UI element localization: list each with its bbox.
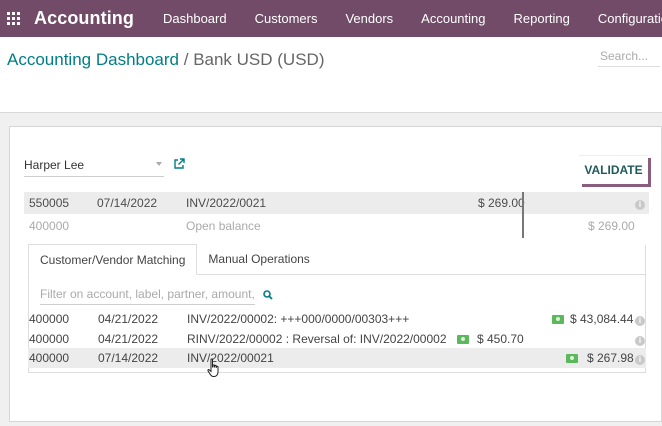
proposal-row[interactable]: 400000 04/21/2022 INV/2022/00002: +++000… xyxy=(28,309,646,329)
chevron-down-icon[interactable] xyxy=(156,162,162,166)
credit-cell: $ 267.98 xyxy=(587,351,634,365)
label-cell: INV/2022/00002: +++000/0000/00303+++ xyxy=(187,312,410,326)
date-cell: 04/21/2022 xyxy=(98,332,159,346)
statement-line-row[interactable]: 550005 07/14/2022 INV/2022/0021 $ 269.00… xyxy=(24,192,649,214)
account-cell: 400000 xyxy=(29,312,70,326)
amount-cell: $ 269.00 xyxy=(588,219,635,233)
search-icon[interactable] xyxy=(263,290,273,300)
breadcrumb-current: Bank USD (USD) xyxy=(193,50,325,69)
menu-vendors[interactable]: Vendors xyxy=(331,0,407,37)
account-cell: 400000 xyxy=(29,219,70,233)
hand-pointer-icon xyxy=(207,358,219,377)
column-divider xyxy=(522,192,524,238)
label-cell: INV/2022/0021 xyxy=(186,196,267,210)
date-cell: 07/14/2022 xyxy=(97,196,158,210)
money-icon xyxy=(566,348,578,368)
menu-accounting[interactable]: Accounting xyxy=(407,0,499,37)
top-navbar: Accounting Dashboard Customers Vendors A… xyxy=(0,0,662,37)
tab-customer-vendor-matching[interactable]: Customer/Vendor Matching xyxy=(28,244,198,275)
search-input[interactable]: Search... xyxy=(598,47,660,67)
money-icon xyxy=(457,329,469,349)
info-icon[interactable]: i xyxy=(635,309,645,329)
app-brand[interactable]: Accounting xyxy=(34,8,134,29)
matching-tabs: Customer/Vendor Matching Manual Operatio… xyxy=(28,244,321,275)
proposal-row[interactable]: 400000 04/21/2022 RINV/2022/00002 : Reve… xyxy=(28,329,646,349)
filter-input[interactable]: Filter on account, label, partner, amoun… xyxy=(40,285,255,305)
reconciliation-sheet: Harper Lee VALIDATE 550005 07/14/2022 IN… xyxy=(9,126,662,422)
account-cell: 400000 xyxy=(29,351,70,365)
menu-reporting[interactable]: Reporting xyxy=(500,0,584,37)
external-link-icon[interactable] xyxy=(173,158,185,170)
menu-dashboard[interactable]: Dashboard xyxy=(149,0,241,37)
apps-menu-icon[interactable] xyxy=(7,12,20,26)
proposal-row[interactable]: 400000 07/14/2022 INV/2022/00021 $ 267.9… xyxy=(28,348,646,368)
control-panel: Accounting Dashboard / Bank USD (USD) Se… xyxy=(0,37,662,113)
partner-value: Harper Lee xyxy=(24,158,85,172)
breadcrumb-dashboard-link[interactable]: Accounting Dashboard xyxy=(7,50,179,69)
amount-cell: $ 269.00 xyxy=(478,196,525,210)
breadcrumb: Accounting Dashboard / Bank USD (USD) xyxy=(7,50,325,70)
menu-customers[interactable]: Customers xyxy=(241,0,332,37)
info-icon[interactable]: i xyxy=(635,192,645,214)
label-cell: RINV/2022/00002 : Reversal of: INV/2022/… xyxy=(187,332,447,346)
date-cell: 07/14/2022 xyxy=(98,351,159,365)
tab-manual-operations[interactable]: Manual Operations xyxy=(197,244,320,275)
money-icon xyxy=(552,309,564,329)
label-cell: INV/2022/00021 xyxy=(187,351,274,365)
info-icon[interactable]: i xyxy=(635,329,645,349)
breadcrumb-separator: / xyxy=(179,50,194,69)
label-cell: Open balance xyxy=(186,219,261,233)
credit-cell: $ 43,084.44 xyxy=(570,312,634,326)
menu-configuration[interactable]: Configuration xyxy=(584,0,662,37)
validate-button[interactable]: VALIDATE xyxy=(579,155,648,184)
open-balance-row: 400000 Open balance $ 269.00 xyxy=(24,215,649,237)
partner-field[interactable]: Harper Lee xyxy=(24,157,164,177)
debit-cell: $ 450.70 xyxy=(477,332,524,346)
info-icon[interactable]: i xyxy=(635,348,645,368)
account-cell: 400000 xyxy=(29,332,70,346)
account-cell: 550005 xyxy=(29,196,70,210)
date-cell: 04/21/2022 xyxy=(98,312,159,326)
